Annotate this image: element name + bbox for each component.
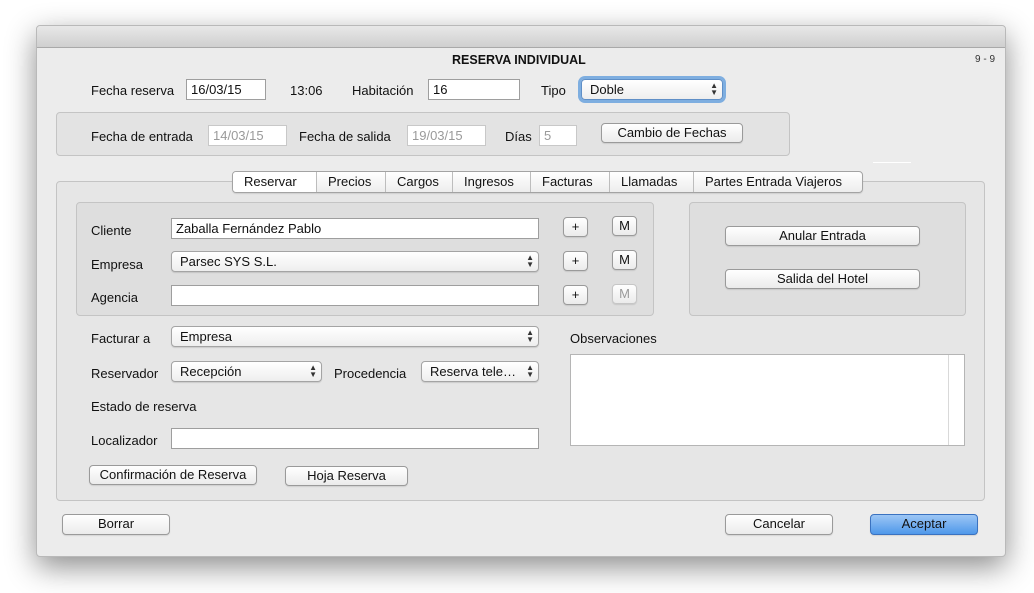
procedencia-label: Procedencia	[334, 366, 407, 381]
tipo-select-value: Doble	[590, 82, 624, 97]
tab-partes-entrada-viajeros[interactable]: Partes Entrada Viajeros	[694, 172, 862, 192]
tab-facturas[interactable]: Facturas	[531, 172, 610, 192]
observaciones-label: Observaciones	[570, 331, 657, 346]
add-cliente-button[interactable]: +	[563, 217, 588, 237]
observaciones-textarea[interactable]	[570, 354, 965, 446]
hoja-reserva-button[interactable]: Hoja Reserva	[285, 466, 408, 486]
reservador-select-value: Recepción	[180, 364, 242, 379]
divider	[873, 162, 911, 163]
page-indicator: 9 - 9	[975, 54, 996, 65]
procedencia-select-value: Reserva tele…	[430, 364, 516, 379]
habitacion-label: Habitación	[352, 83, 414, 98]
confirmacion-reserva-button[interactable]: Confirmación de Reserva	[89, 465, 257, 485]
tipo-label: Tipo	[541, 83, 566, 98]
facturar-select[interactable]: Empresa ▲ ▼	[171, 326, 539, 347]
estado-reserva-label: Estado de reserva	[91, 399, 197, 414]
tab-cargos[interactable]: Cargos	[386, 172, 453, 192]
updown-arrows-icon: ▲ ▼	[526, 253, 534, 269]
fecha-entrada-label: Fecha de entrada	[91, 129, 193, 144]
habitacion-field[interactable]: 16	[428, 79, 520, 100]
dias-field[interactable]: 5	[539, 125, 577, 146]
borrar-button[interactable]: Borrar	[62, 514, 170, 535]
tab-precios[interactable]: Precios	[317, 172, 386, 192]
cancelar-button[interactable]: Cancelar	[725, 514, 833, 535]
tipo-select[interactable]: Doble ▲ ▼	[581, 79, 723, 100]
updown-arrows-icon: ▲ ▼	[526, 328, 534, 344]
fecha-salida-field[interactable]: 19/03/15	[407, 125, 486, 146]
procedencia-select[interactable]: Reserva tele… ▲ ▼	[421, 361, 539, 382]
fecha-reserva-label: Fecha reserva	[91, 83, 175, 98]
cliente-field[interactable]: Zaballa Fernández Pablo	[171, 218, 539, 239]
agencia-label: Agencia	[91, 290, 138, 305]
updown-arrows-icon: ▲ ▼	[526, 363, 534, 379]
tab-ingresos[interactable]: Ingresos	[453, 172, 531, 192]
modify-cliente-button[interactable]: M	[612, 216, 637, 236]
tab-bar: Reservar Precios Cargos Ingresos Factura…	[232, 171, 863, 193]
window-titlebar[interactable]	[37, 26, 1005, 48]
facturar-select-value: Empresa	[180, 329, 233, 344]
facturar-label: Facturar a	[91, 331, 151, 346]
actions-group	[689, 202, 966, 316]
observaciones-scrollbar[interactable]	[948, 355, 949, 445]
tab-llamadas[interactable]: Llamadas	[610, 172, 694, 192]
aceptar-button[interactable]: Aceptar	[870, 514, 978, 535]
dias-label: Días	[505, 129, 532, 144]
add-agencia-button[interactable]: +	[563, 285, 588, 305]
salida-hotel-button[interactable]: Salida del Hotel	[725, 269, 920, 289]
reservador-select[interactable]: Recepción ▲ ▼	[171, 361, 322, 382]
cliente-label: Cliente	[91, 223, 132, 238]
add-empresa-button[interactable]: +	[563, 251, 588, 271]
localizador-label: Localizador	[91, 433, 158, 448]
anular-entrada-button[interactable]: Anular Entrada	[725, 226, 920, 246]
empresa-select-value: Parsec SYS S.L.	[180, 254, 277, 269]
modify-agencia-button[interactable]: M	[612, 284, 637, 304]
fecha-salida-label: Fecha de salida	[299, 129, 391, 144]
hora-value: 13:06	[290, 83, 323, 98]
window-title: RESERVA INDIVIDUAL	[452, 53, 586, 67]
tab-reservar[interactable]: Reservar	[233, 172, 317, 192]
empresa-label: Empresa	[91, 257, 144, 272]
updown-arrows-icon: ▲ ▼	[710, 81, 718, 97]
updown-arrows-icon: ▲ ▼	[309, 363, 317, 379]
reservador-label: Reservador	[91, 366, 159, 381]
empresa-select[interactable]: Parsec SYS S.L. ▲ ▼	[171, 251, 539, 272]
localizador-field[interactable]	[171, 428, 539, 449]
modify-empresa-button[interactable]: M	[612, 250, 637, 270]
cambio-fechas-button[interactable]: Cambio de Fechas	[601, 123, 743, 143]
fecha-reserva-field[interactable]: 16/03/15	[186, 79, 266, 100]
agencia-field[interactable]	[171, 285, 539, 306]
fecha-entrada-field[interactable]: 14/03/15	[208, 125, 287, 146]
